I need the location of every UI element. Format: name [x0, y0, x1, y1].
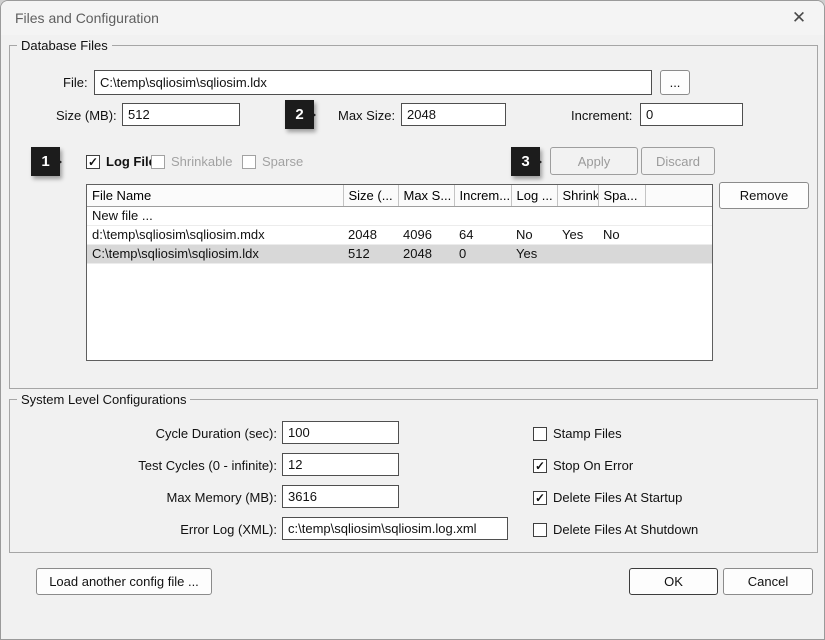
shrinkable-checkbox-label: Shrinkable [171, 154, 233, 169]
log-file-checkbox-label: Log File [106, 154, 156, 169]
cell-max-size[interactable]: 4096 [398, 225, 454, 245]
cell-file-name[interactable]: C:\temp\sqliosim\sqliosim.ldx [87, 244, 343, 264]
cell-increment[interactable]: 0 [454, 244, 511, 264]
table-empty-area [87, 263, 712, 360]
shrinkable-checkbox: Shrinkable [151, 154, 232, 169]
shrinkable-checkbox-box [151, 154, 165, 169]
cell-blank [645, 225, 712, 245]
increment-input[interactable] [640, 103, 743, 126]
cell-size[interactable]: 512 [343, 244, 398, 264]
table-row-new-file[interactable]: New file ... [87, 206, 712, 226]
cell-max-size[interactable] [398, 206, 454, 226]
file-label: File: [63, 75, 88, 90]
cell-max-size[interactable]: 2048 [398, 244, 454, 264]
close-icon[interactable]: ✕ [788, 8, 810, 28]
delete-files-at-startup-checkbox-label: Delete Files At Startup [553, 490, 683, 505]
increment-label: Increment: [571, 108, 633, 123]
system-config-group-label: System Level Configurations [17, 392, 191, 407]
cell-sparse[interactable] [598, 206, 645, 226]
max-size-input[interactable] [401, 103, 506, 126]
cell-sparse[interactable] [598, 244, 645, 264]
table-header-row: File Name Size (... Max S... Increm... L… [87, 185, 712, 207]
files-and-configuration-dialog: Files and Configuration ✕ Database Files… [0, 0, 825, 640]
stamp-files-checkbox-label: Stamp Files [553, 426, 622, 441]
column-header-increment[interactable]: Increm... [454, 185, 512, 207]
max-size-label: Max Size: [338, 108, 396, 123]
delete-files-at-shutdown-checkbox-label: Delete Files At Shutdown [553, 522, 699, 537]
delete-files-at-shutdown-checkbox[interactable]: Delete Files At Shutdown [533, 522, 698, 537]
titlebar: Files and Configuration ✕ [1, 1, 824, 35]
sparse-checkbox-box [242, 154, 256, 169]
stop-on-error-checkbox-label: Stop On Error [553, 458, 634, 473]
max-memory-input[interactable] [282, 485, 399, 508]
ok-button[interactable]: OK [629, 568, 718, 595]
column-header-blank [645, 185, 712, 207]
column-header-sparse[interactable]: Spa... [598, 185, 646, 207]
sparse-checkbox: Sparse [242, 154, 303, 169]
callout-badge-3: 3 [511, 147, 540, 176]
max-memory-label: Max Memory (MB): [166, 490, 278, 505]
test-cycles-label: Test Cycles (0 - infinite): [138, 458, 277, 473]
column-header-file-name[interactable]: File Name [87, 185, 344, 207]
cell-blank [645, 206, 712, 226]
cell-blank [645, 244, 712, 264]
error-log-input[interactable] [282, 517, 508, 540]
cell-sparse[interactable]: No [598, 225, 645, 245]
window-title: Files and Configuration [15, 10, 159, 26]
cycle-duration-input[interactable] [282, 421, 399, 444]
cell-log[interactable]: Yes [511, 244, 557, 264]
cell-log[interactable] [511, 206, 557, 226]
cancel-button[interactable]: Cancel [723, 568, 813, 595]
delete-files-at-shutdown-checkbox-box[interactable] [533, 522, 547, 537]
cell-shrink[interactable]: Yes [557, 225, 598, 245]
cell-file-name[interactable]: New file ... [87, 206, 343, 226]
file-input[interactable] [94, 70, 652, 95]
size-label: Size (MB): [56, 108, 117, 123]
cell-size[interactable]: 2048 [343, 225, 398, 245]
stop-on-error-checkbox[interactable]: Stop On Error [533, 458, 633, 473]
discard-button[interactable]: Discard [641, 147, 715, 175]
remove-button[interactable]: Remove [719, 182, 809, 209]
column-header-shrink[interactable]: Shrink [557, 185, 599, 207]
cell-shrink[interactable] [557, 244, 598, 264]
files-table[interactable]: File Name Size (... Max S... Increm... L… [86, 184, 713, 361]
callout-badge-1: 1 [31, 147, 60, 176]
test-cycles-input[interactable] [282, 453, 399, 476]
stamp-files-checkbox[interactable]: Stamp Files [533, 426, 622, 441]
database-files-group-label: Database Files [17, 38, 112, 53]
cell-increment[interactable]: 64 [454, 225, 511, 245]
callout-badge-2: 2 [285, 100, 314, 129]
error-log-label: Error Log (XML): [180, 522, 277, 537]
cell-log[interactable]: No [511, 225, 557, 245]
cell-shrink[interactable] [557, 206, 598, 226]
sparse-checkbox-label: Sparse [262, 154, 304, 169]
column-header-log[interactable]: Log ... [511, 185, 558, 207]
column-header-size[interactable]: Size (... [343, 185, 399, 207]
cell-size[interactable] [343, 206, 398, 226]
apply-button[interactable]: Apply [550, 147, 638, 175]
cell-increment[interactable] [454, 206, 511, 226]
table-row-ldx-file[interactable]: C:\temp\sqliosim\sqliosim.ldx 512 2048 0… [87, 244, 712, 264]
browse-button[interactable]: ... [660, 70, 690, 95]
cycle-duration-label: Cycle Duration (sec): [155, 426, 277, 441]
load-config-button[interactable]: Load another config file ... [36, 568, 212, 595]
log-file-checkbox[interactable]: Log File [86, 154, 156, 169]
delete-files-at-startup-checkbox[interactable]: Delete Files At Startup [533, 490, 682, 505]
stamp-files-checkbox-box[interactable] [533, 426, 547, 441]
size-input[interactable] [122, 103, 240, 126]
log-file-checkbox-box[interactable] [86, 154, 100, 169]
table-row-mdx-file[interactable]: d:\temp\sqliosim\sqliosim.mdx 2048 4096 … [87, 225, 712, 245]
delete-files-at-startup-checkbox-box[interactable] [533, 490, 547, 505]
stop-on-error-checkbox-box[interactable] [533, 458, 547, 473]
column-header-max-size[interactable]: Max S... [398, 185, 455, 207]
cell-file-name[interactable]: d:\temp\sqliosim\sqliosim.mdx [87, 225, 343, 245]
